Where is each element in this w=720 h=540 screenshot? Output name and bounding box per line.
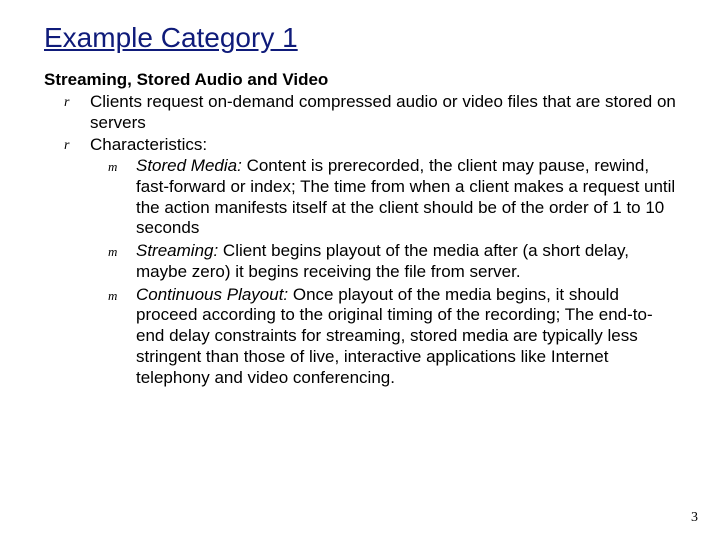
bullet-glyph-m: m xyxy=(108,156,136,239)
bullet-glyph-r: r xyxy=(64,92,90,133)
sub-item-lead: Streaming: xyxy=(136,241,218,260)
list-item: r Clients request on-demand compressed a… xyxy=(64,92,676,133)
sub-list-item: m Streaming: Client begins playout of th… xyxy=(108,241,676,282)
list-item: r Characteristics: m Stored Media: Conte… xyxy=(64,135,676,390)
sub-bullet-list: m Stored Media: Content is prerecorded, … xyxy=(90,156,676,388)
sub-list-item-text: Continuous Playout: Once playout of the … xyxy=(136,285,676,389)
bullet-glyph-m: m xyxy=(108,241,136,282)
sub-item-lead: Continuous Playout: xyxy=(136,285,288,304)
sub-list-item: m Continuous Playout: Once playout of th… xyxy=(108,285,676,389)
bullet-glyph-r: r xyxy=(64,135,90,390)
page-number: 3 xyxy=(691,510,698,526)
list-item-text: Clients request on-demand compressed aud… xyxy=(90,92,676,133)
sub-list-item-text: Stored Media: Content is prerecorded, th… xyxy=(136,156,676,239)
bullet-glyph-m: m xyxy=(108,285,136,389)
sub-list-item: m Stored Media: Content is prerecorded, … xyxy=(108,156,676,239)
section-heading: Streaming, Stored Audio and Video xyxy=(44,70,676,90)
list-item-text: Characteristics: xyxy=(90,135,207,154)
sub-list-item-text: Streaming: Client begins playout of the … xyxy=(136,241,676,282)
slide-title: Example Category 1 xyxy=(44,22,676,54)
sub-item-lead: Stored Media: xyxy=(136,156,242,175)
bullet-list: r Clients request on-demand compressed a… xyxy=(44,92,676,390)
